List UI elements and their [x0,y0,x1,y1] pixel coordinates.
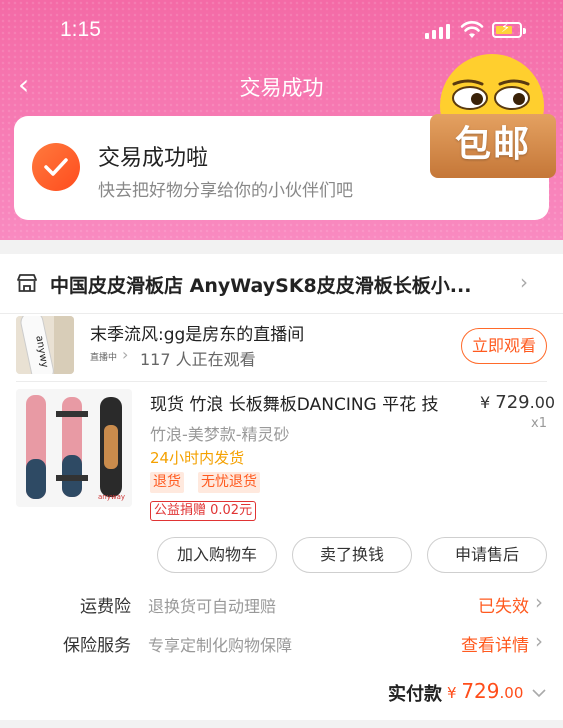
live-tag: 直播中 [90,353,118,363]
live-viewer-count: 117 人正在观看 [140,350,256,369]
free-shipping-badge[interactable]: 包邮 [430,54,556,182]
shipping-insurance-label: 运费险 [80,597,131,617]
add-to-cart-button[interactable]: 加入购物车 [157,537,277,573]
shop-icon [17,274,37,292]
shop-name: 中国皮皮滑板店 AnyWaySK8皮皮滑板长板小... [50,275,472,297]
order-card: 中国皮皮滑板店 AnyWaySK8皮皮滑板长板小... › anywy 末季流风… [0,254,563,720]
baoyou-label: 包邮 [430,114,556,178]
total-amount: ¥ 729.00 [447,679,524,703]
shipping-insurance-row[interactable]: 运费险 退换货可自动理赔 已失效 › [0,584,563,624]
total-row[interactable]: 实付款 ¥ 729.00 [0,670,563,714]
shipping-promise: 24小时内发货 [150,449,245,467]
chevron-right-small-icon: › [122,345,129,364]
status-time: 1:15 [60,18,101,41]
after-sale-button[interactable]: 申请售后 [427,537,547,573]
cellular-signal-icon [425,24,450,39]
wifi-icon [460,21,484,38]
chevron-right-icon: › [535,590,543,614]
shop-row[interactable]: 中国皮皮滑板店 AnyWaySK8皮皮滑板长板小... › [0,254,563,314]
protection-link: 查看详情 [461,636,529,656]
product-quantity: x1 [531,416,547,431]
product-title[interactable]: 现货 竹浪 长板舞板DANCING 平花 技 [150,390,465,415]
product-image[interactable]: anyway [16,389,132,507]
live-title: 末季流风:gg是房东的直播间 [90,325,305,345]
svg-text:anyway: anyway [98,493,125,501]
battery-icon: ⚡ [492,21,526,38]
chevron-right-icon: › [535,629,543,653]
resell-button[interactable]: 卖了换钱 [292,537,412,573]
live-thumbnail: anywy [16,316,74,374]
shipping-insurance-desc: 退换货可自动理赔 [148,597,277,616]
divider [16,381,547,382]
success-check-icon [32,143,80,191]
product-price: ¥ 729.00 [480,392,556,413]
shipping-insurance-status: 已失效 [478,597,529,617]
chevron-right-icon: › [520,270,528,294]
watch-now-button[interactable]: 立即观看 [461,328,547,364]
chevron-down-icon [532,689,546,698]
product-sku: 竹浪-美梦款-精灵砂 [150,425,290,444]
status-bar: 1:15 ⚡ [0,0,563,62]
live-stream-row[interactable]: anywy 末季流风:gg是房东的直播间 直播中 › 117 人正在观看 立即观… [0,314,563,380]
donation-badge: 公益捐赠 0.02元 [150,501,257,521]
success-subtitle: 快去把好物分享给你的小伙伴们吧 [98,181,353,201]
worry-free-return-tag: 无忧退货 [198,472,260,493]
protection-row[interactable]: 保险服务 专享定制化购物保障 查看详情 › [0,623,563,663]
total-label: 实付款 [388,684,442,705]
return-tag: 退货 [150,472,184,493]
success-title: 交易成功啦 [98,146,209,171]
protection-desc: 专享定制化购物保障 [148,636,293,655]
protection-label: 保险服务 [63,636,131,656]
